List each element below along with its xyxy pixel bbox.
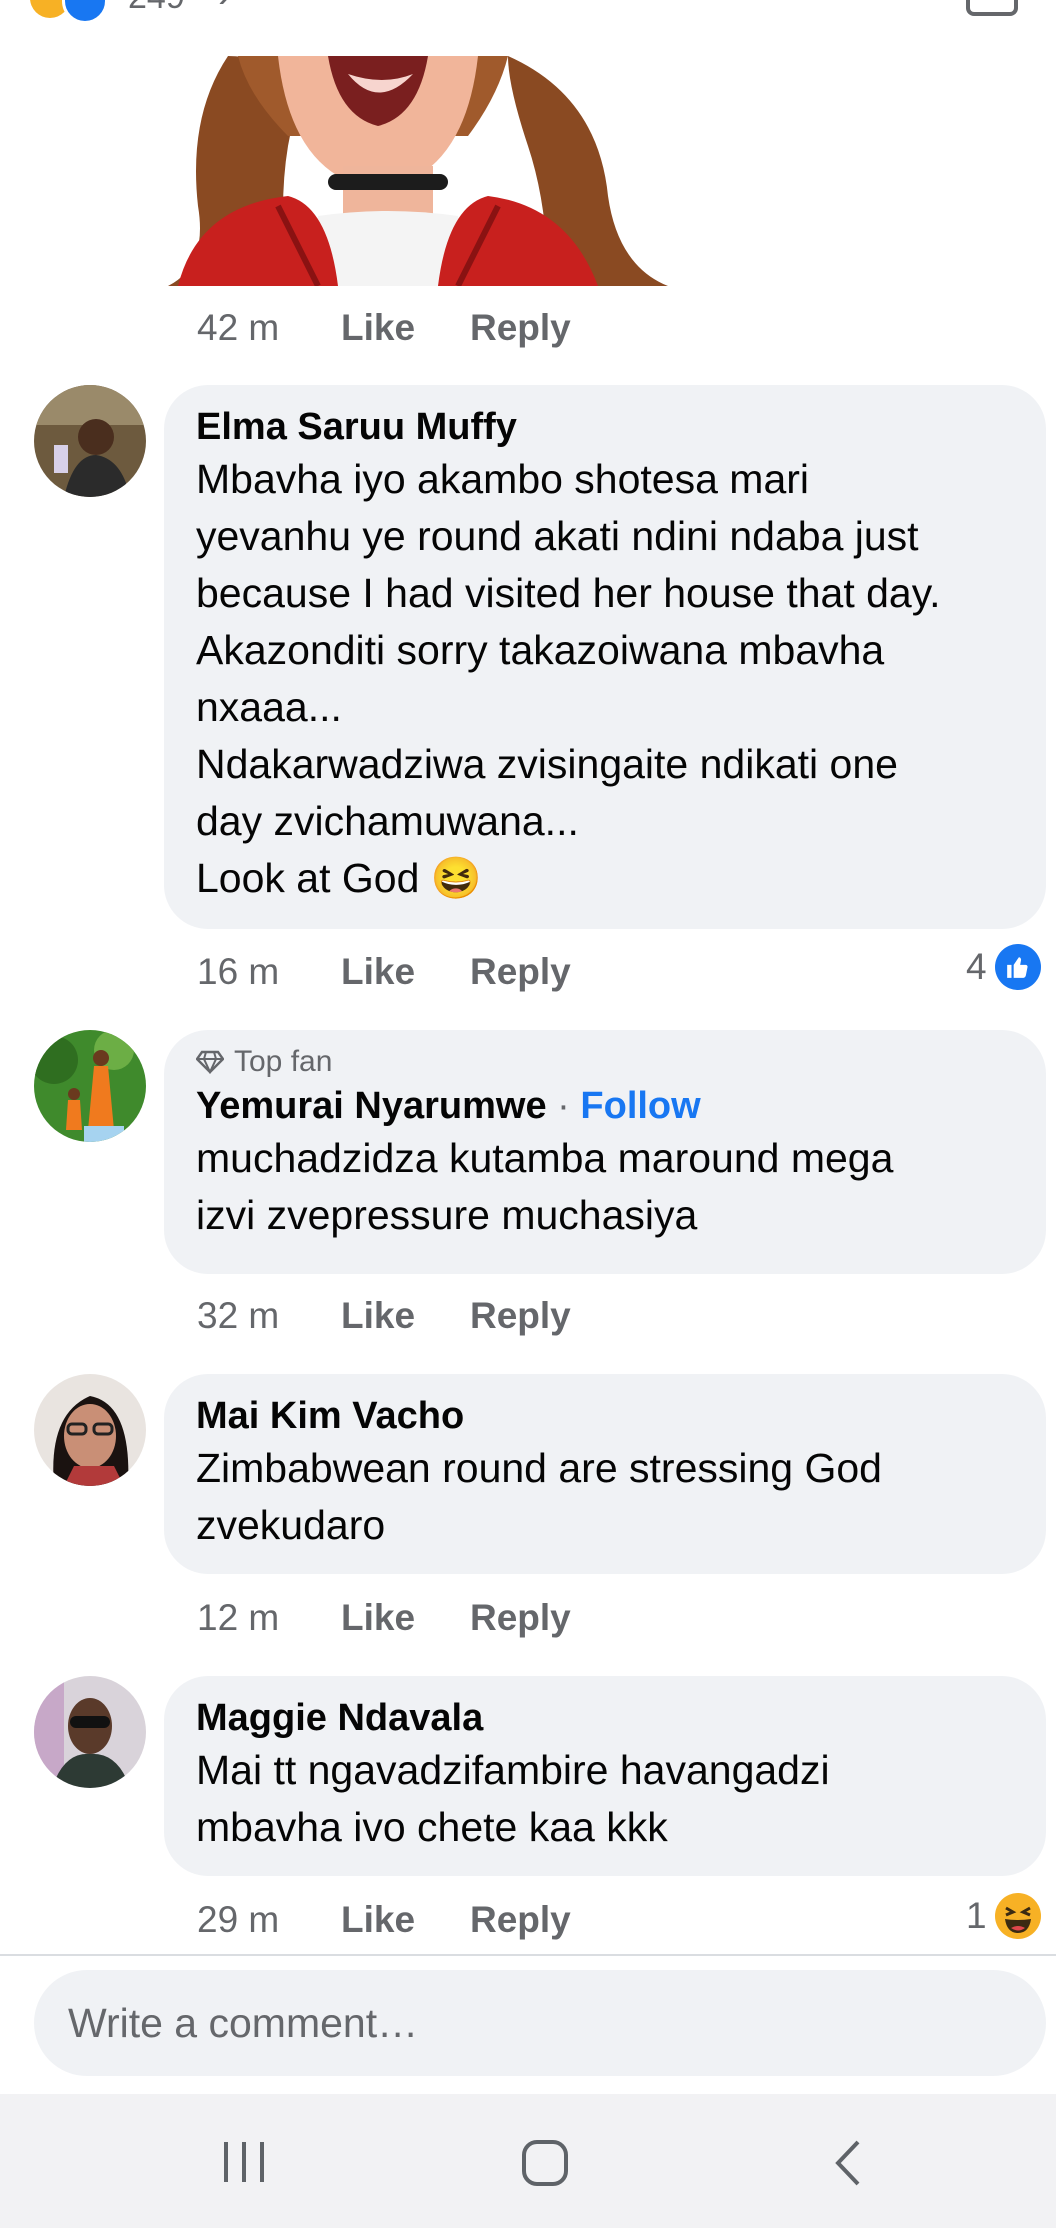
comment-time[interactable]: 16 m: [197, 947, 279, 997]
like-button[interactable]: Like: [341, 303, 415, 353]
avatar[interactable]: [34, 1030, 146, 1142]
system-nav-bar: [0, 2094, 1056, 2228]
avatar[interactable]: [34, 385, 146, 497]
avatar[interactable]: [34, 1676, 146, 1788]
chevron-right-icon: ›: [218, 0, 231, 17]
reply-button[interactable]: Reply: [470, 1291, 571, 1341]
commenter-row: Yemurai Nyarumwe · Follow: [196, 1082, 1014, 1130]
reaction-count: 4: [966, 946, 987, 987]
comment-time[interactable]: 12 m: [197, 1593, 279, 1643]
separator: ·: [557, 1085, 570, 1127]
comment-meta: 32 m Like Reply: [197, 1291, 697, 1341]
like-outline-icon[interactable]: [966, 0, 1018, 16]
reply-button[interactable]: Reply: [470, 1895, 571, 1945]
comment-input[interactable]: Write a comment…: [34, 1970, 1046, 2076]
reply-button[interactable]: Reply: [470, 303, 571, 353]
like-icon: [62, 0, 108, 24]
comment-meta: 29 m Like Reply: [197, 1895, 697, 1945]
top-fan-label: Top fan: [234, 1045, 333, 1078]
comment-bubble[interactable]: Elma Saruu Muffy Mbavha iyo akambo shote…: [164, 385, 1046, 929]
commenter-name[interactable]: Maggie Ndavala: [196, 1694, 1014, 1742]
comment-reactions[interactable]: 1: [966, 1893, 1041, 1939]
comment-time[interactable]: 42 m: [197, 303, 279, 353]
comment-meta: 42 m Like Reply: [197, 303, 697, 353]
commenter-name[interactable]: Elma Saruu Muffy: [196, 403, 1014, 451]
comment-reactions[interactable]: 4: [966, 944, 1041, 990]
comment-text: muchadzidza kutamba maround mega izvi zv…: [196, 1135, 894, 1238]
comment-text: Zimbabwean round are stressing God zveku…: [196, 1445, 882, 1548]
like-button[interactable]: Like: [341, 1895, 415, 1945]
like-button[interactable]: Like: [341, 1593, 415, 1643]
reactions-summary[interactable]: 249 ›: [0, 0, 1056, 40]
home-icon[interactable]: [520, 2138, 570, 2188]
comment-meta: 12 m Like Reply: [197, 1593, 697, 1643]
avatar[interactable]: [34, 1374, 146, 1486]
comment-bubble[interactable]: Mai Kim Vacho Zimbabwean round are stres…: [164, 1374, 1046, 1574]
comment-time[interactable]: 29 m: [197, 1895, 279, 1945]
reaction-count: 249: [128, 0, 185, 17]
haha-icon: [994, 1893, 1041, 1939]
comment-time[interactable]: 32 m: [197, 1291, 279, 1341]
comment-meta: 16 m Like Reply: [197, 947, 697, 997]
commenter-name[interactable]: Mai Kim Vacho: [196, 1392, 1014, 1440]
comment-text: Mbavha iyo akambo shotesa mari yevanhu y…: [196, 456, 941, 901]
like-button[interactable]: Like: [341, 947, 415, 997]
diamond-icon: [196, 1050, 224, 1074]
back-icon[interactable]: [830, 2138, 866, 2188]
like-icon: [994, 944, 1041, 990]
reply-button[interactable]: Reply: [470, 947, 571, 997]
top-fan-badge: Top fan: [196, 1042, 1014, 1082]
sticker-image: [168, 56, 668, 286]
comment-bubble[interactable]: Maggie Ndavala Mai tt ngavadzifambire ha…: [164, 1676, 1046, 1876]
follow-button[interactable]: Follow: [580, 1085, 700, 1127]
commenter-name[interactable]: Yemurai Nyarumwe: [196, 1085, 547, 1127]
like-button[interactable]: Like: [341, 1291, 415, 1341]
comment-text: Mai tt ngavadzifambire havangadzi mbavha…: [196, 1747, 830, 1850]
recent-apps-icon[interactable]: [220, 2138, 268, 2184]
reply-button[interactable]: Reply: [470, 1593, 571, 1643]
reaction-count: 1: [966, 1895, 987, 1936]
comment-bubble[interactable]: Top fan Yemurai Nyarumwe · Follow muchad…: [164, 1030, 1046, 1274]
